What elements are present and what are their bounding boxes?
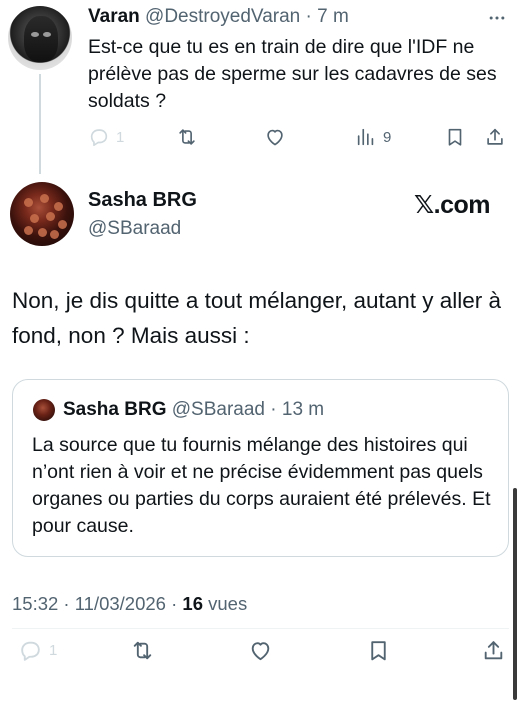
like-button[interactable] [248,637,273,663]
tweet-meta: 15:32 · 11/03/2026 · 16 vues [12,592,247,616]
reply-like-button[interactable] [264,124,286,150]
avatar-varan[interactable] [8,6,72,70]
reply-reply-button[interactable]: 1 [88,124,124,150]
reply-bookmark-button[interactable] [444,124,466,150]
divider [12,628,509,629]
quote-author-name: Sasha BRG [63,399,167,420]
reply-icon [88,126,110,148]
tweet-time[interactable]: 15:32 [12,593,58,614]
reply-separator: · [300,6,318,27]
views-label: vues [203,593,248,614]
bookmark-icon [444,126,466,148]
bookmark-button[interactable] [366,637,391,663]
reply-share-button[interactable] [484,124,506,150]
reply-views-button[interactable]: 9 [355,124,391,150]
author-handle[interactable]: @SBaraad [88,217,181,241]
reply-action-bar: 1 9 [88,124,508,150]
reply-timestamp[interactable]: 7 m [317,6,349,27]
quote-avatar [33,399,55,421]
retweet-icon [176,126,198,148]
share-icon [484,126,506,148]
bar-chart-icon [355,126,377,148]
quote-separator: · [265,399,282,420]
retweet-icon [130,638,155,663]
meta-separator: · [58,593,75,614]
scrollbar[interactable] [513,488,517,700]
heart-icon [264,126,286,148]
reply-count: 1 [49,641,58,659]
meta-separator-2: · [165,593,183,614]
reply-reply-count: 1 [116,128,125,146]
author-name[interactable]: Sasha BRG [88,188,197,212]
quote-author-handle: @SBaraad [171,399,265,420]
quote-card[interactable]: Sasha BRG @SBaraad · 13 m La source que … [12,379,509,557]
reply-text: Est-ce que tu es en train de dire que l'… [88,36,497,112]
share-button[interactable] [481,637,506,663]
heart-icon [248,638,273,663]
reply-views-count: 9 [383,128,392,146]
quote-text: La source que tu fournis mélange des his… [32,434,491,537]
tweet-action-bar: 1 [12,637,509,665]
reply-author-handle[interactable]: @DestroyedVaran [145,6,300,27]
tweet-date[interactable]: 11/03/2026 [75,593,166,614]
bookmark-icon [366,638,391,663]
avatar-sasha[interactable] [10,182,74,246]
quote-header: Sasha BRG @SBaraad · 13 m [63,399,324,421]
x-watermark: 𝕏.com [414,191,491,219]
thread-line [39,74,41,174]
tweet-text: Non, je dis quitte a tout mélanger, auta… [12,288,502,348]
retweet-button[interactable] [130,637,155,663]
reply-retweet-button[interactable] [176,124,198,150]
reply-icon [18,638,43,663]
share-icon [481,638,506,663]
more-horizontal-icon[interactable] [486,8,510,28]
views-count[interactable]: 16 [182,593,203,614]
reply-author-name[interactable]: Varan [88,6,140,27]
reply-button[interactable]: 1 [18,637,57,663]
tweet-screen: Varan @DestroyedVaran · 7 m Est-ce que t… [0,0,521,703]
quote-timestamp: 13 m [281,399,325,420]
reply-header: Varan @DestroyedVaran · 7 m [88,6,349,28]
